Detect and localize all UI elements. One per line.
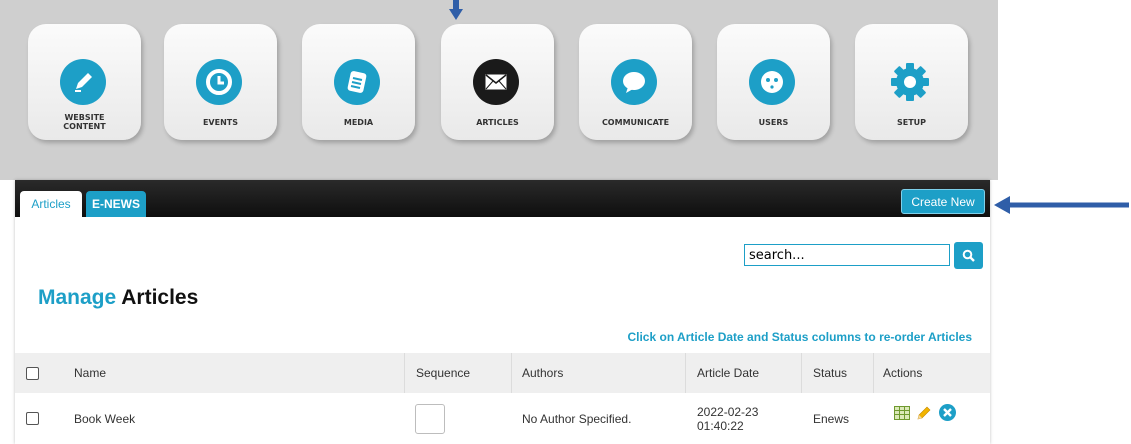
- reorder-hint: Click on Article Date and Status columns…: [627, 330, 972, 344]
- nav-tile-communicate[interactable]: COMMUNICATE: [579, 24, 692, 140]
- tab-bar: Articles E-NEWS Create New: [15, 180, 990, 217]
- column-divider: [801, 353, 802, 393]
- tab-e-news[interactable]: E-NEWS: [86, 191, 146, 217]
- nav-tile-label: WEBSITE CONTENT: [63, 113, 106, 131]
- page-title-part1: Manage: [38, 286, 117, 309]
- sequence-input[interactable]: [415, 403, 445, 434]
- column-header-article-date[interactable]: Article Date: [697, 353, 759, 393]
- nav-tile-users[interactable]: USERS: [717, 24, 830, 140]
- arrow-left-annotation: [994, 195, 1129, 219]
- gear-icon: [887, 59, 933, 105]
- nav-tile-label: USERS: [758, 117, 789, 127]
- nav-tile-events[interactable]: EVENTS: [164, 24, 277, 140]
- column-header-sequence[interactable]: Sequence: [416, 353, 470, 393]
- nav-tile-label: SETUP: [896, 117, 927, 127]
- nav-tile-label: MEDIA: [343, 117, 374, 127]
- table-row: Book Week No Author Specified. 2022-02-2…: [15, 393, 990, 444]
- row-name[interactable]: Book Week: [74, 393, 135, 444]
- row-date: 2022-02-23: [697, 404, 759, 419]
- row-status: Enews: [813, 411, 850, 426]
- edit-pencil-icon[interactable]: [916, 405, 932, 421]
- column-header-authors[interactable]: Authors: [522, 353, 563, 393]
- view-table-icon[interactable]: [894, 405, 910, 420]
- pencil-icon: [60, 59, 106, 105]
- nav-tile-articles[interactable]: ARTICLES: [441, 24, 554, 140]
- column-header-name[interactable]: Name: [74, 353, 106, 393]
- row-authors: No Author Specified.: [522, 411, 632, 426]
- search-input[interactable]: [744, 244, 950, 266]
- delete-circle-x-icon[interactable]: [938, 403, 957, 422]
- row-actions: [894, 387, 963, 438]
- nav-tile-media[interactable]: MEDIA: [302, 24, 415, 140]
- document-icon: [334, 59, 380, 105]
- clock-icon: [196, 59, 242, 105]
- row-time: 01:40:22: [697, 418, 744, 433]
- column-header-status[interactable]: Status: [813, 353, 847, 393]
- main-panel: Articles E-NEWS Create New Manage Articl…: [15, 180, 990, 444]
- nav-tile-setup[interactable]: SETUP: [855, 24, 968, 140]
- row-checkbox[interactable]: [26, 412, 39, 425]
- column-divider: [685, 353, 686, 393]
- envelope-icon: [473, 59, 519, 105]
- nav-tile-website-content[interactable]: WEBSITE CONTENT: [28, 24, 141, 140]
- page-title-part2: Articles: [121, 286, 199, 309]
- page-title: Manage Articles: [38, 286, 198, 310]
- nav-tile-label: ARTICLES: [476, 117, 519, 127]
- search-button[interactable]: [954, 242, 983, 269]
- smiley-face-icon: [749, 59, 795, 105]
- nav-tile-label: EVENTS: [202, 117, 239, 127]
- column-divider: [404, 353, 405, 393]
- arrow-down-annotation: [449, 0, 463, 26]
- row-article-date: 2022-02-23 01:40:22: [697, 393, 758, 444]
- nav-tile-label: COMMUNICATE: [601, 117, 670, 127]
- create-new-button[interactable]: Create New: [901, 189, 985, 214]
- speech-bubble-icon: [611, 59, 657, 105]
- search-icon: [962, 249, 975, 262]
- tab-articles[interactable]: Articles: [20, 191, 82, 217]
- select-all-checkbox[interactable]: [26, 366, 39, 380]
- table-header: Name Sequence Authors Article Date Statu…: [15, 353, 990, 393]
- column-divider: [511, 353, 512, 393]
- column-divider: [873, 353, 874, 393]
